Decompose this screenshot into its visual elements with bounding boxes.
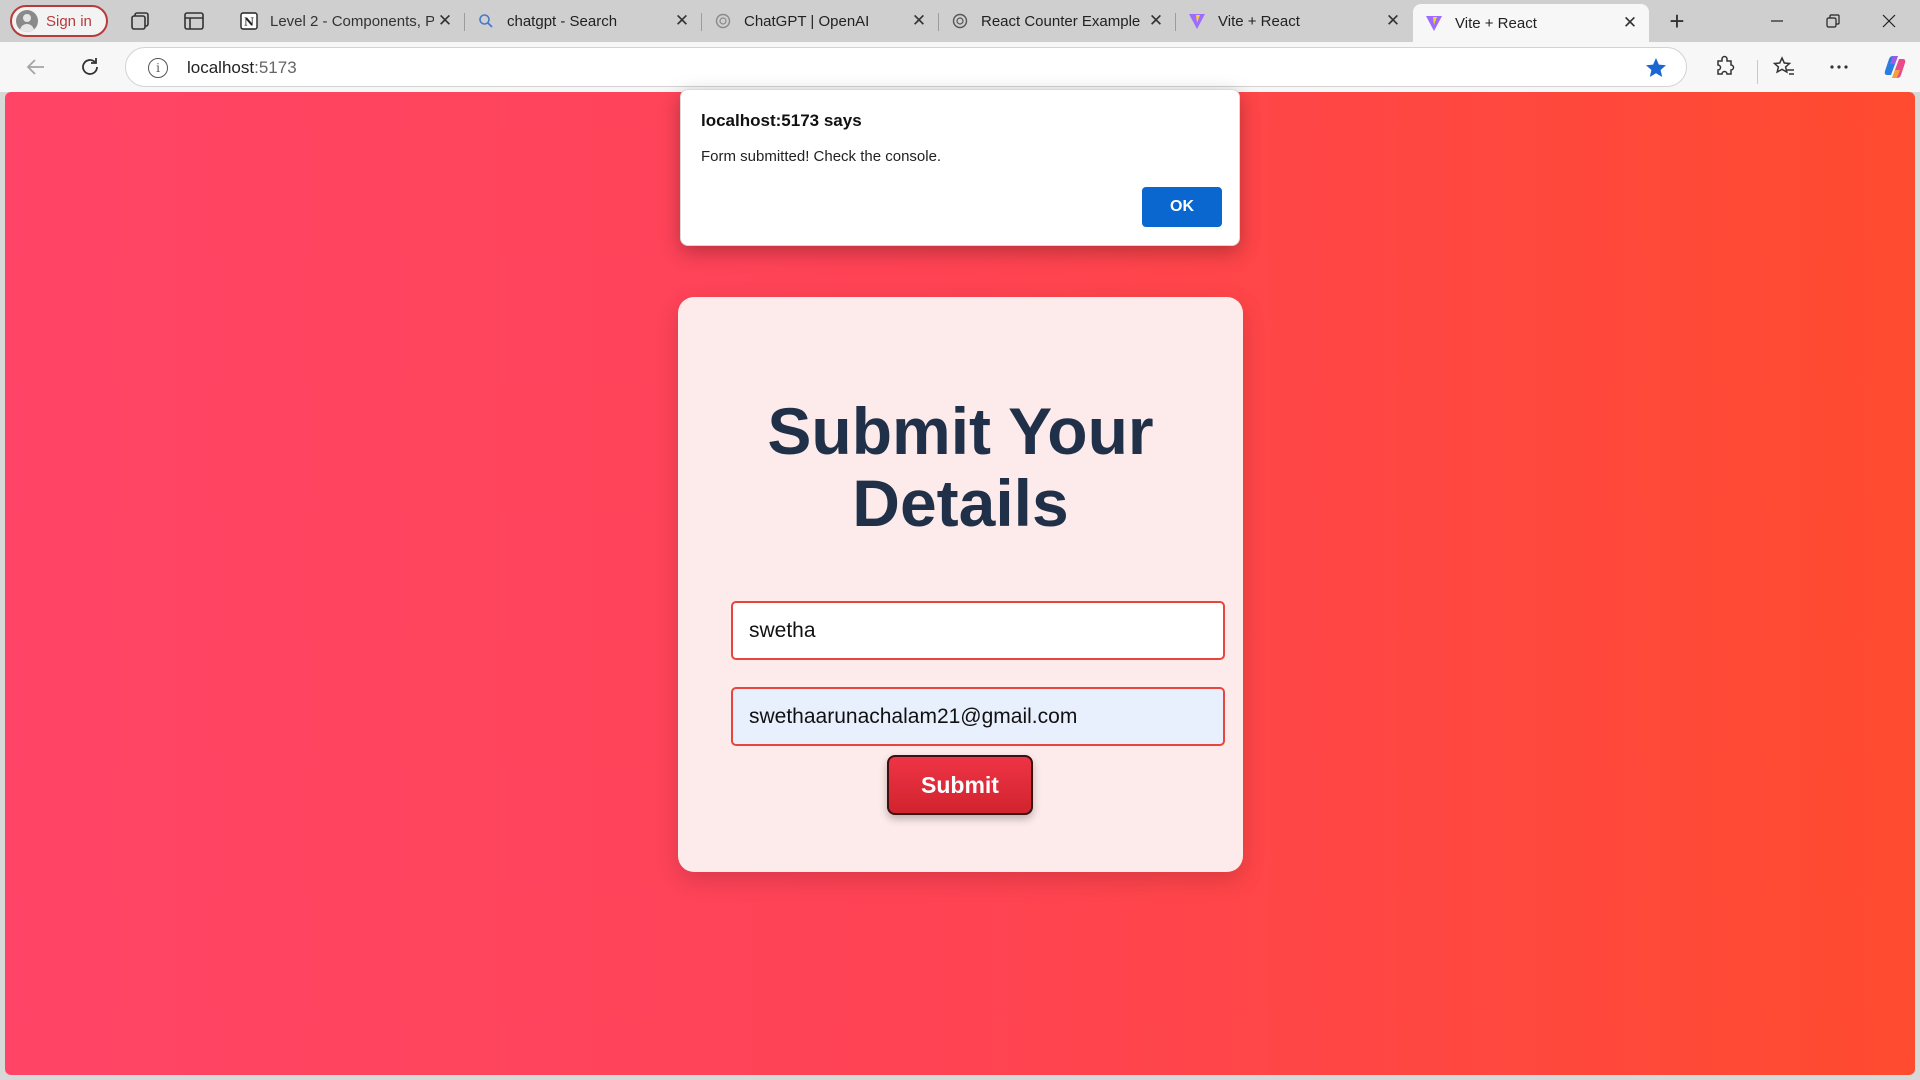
tab-vite-react-1[interactable]: Vite + React ✕	[1176, 4, 1412, 38]
submit-button[interactable]: Submit	[887, 755, 1033, 815]
favorite-star-icon[interactable]	[1644, 56, 1668, 80]
search-icon	[477, 12, 495, 30]
restore-icon[interactable]	[1810, 6, 1856, 36]
sign-in-label: Sign in	[46, 12, 92, 30]
url-text[interactable]: localhost:5173	[187, 58, 297, 78]
minimize-icon[interactable]	[1754, 6, 1800, 36]
tab-title: Level 2 - Components, P	[270, 12, 434, 30]
openai-icon	[951, 12, 969, 30]
tab-title: Vite + React	[1455, 14, 1537, 32]
form-card: Submit Your Details swetha swethaarunach…	[678, 297, 1243, 872]
tab-level2-components[interactable]: N Level 2 - Components, P ✕	[228, 4, 465, 38]
tab-chatgpt-search[interactable]: chatgpt - Search ✕	[465, 4, 702, 38]
vite-icon	[1425, 14, 1443, 32]
new-tab-icon[interactable]: +	[1664, 6, 1690, 36]
url-port: :5173	[254, 58, 297, 77]
tab-title: ChatGPT | OpenAI	[744, 12, 870, 30]
svg-text:N: N	[244, 16, 254, 29]
alert-dialog: localhost:5173 says Form submitted! Chec…	[680, 89, 1240, 246]
workspaces-icon[interactable]	[129, 9, 153, 33]
back-arrow-icon[interactable]	[22, 53, 50, 81]
site-info-icon[interactable]: i	[148, 58, 168, 78]
tab-title: React Counter Example	[981, 12, 1141, 30]
more-options-icon[interactable]	[1827, 55, 1851, 79]
close-tab-icon[interactable]: ✕	[908, 10, 930, 32]
close-window-icon[interactable]	[1866, 6, 1912, 36]
copilot-icon[interactable]	[1881, 53, 1909, 81]
vertical-tabs-icon[interactable]	[182, 9, 206, 33]
openai-icon	[714, 12, 732, 30]
sign-in-button[interactable]: Sign in	[10, 5, 108, 37]
close-tab-icon[interactable]: ✕	[434, 10, 456, 32]
alert-title: localhost:5173 says	[701, 111, 862, 130]
close-tab-icon[interactable]: ✕	[671, 10, 693, 32]
tab-title: chatgpt - Search	[507, 12, 618, 30]
address-bar[interactable]: i localhost:5173	[125, 47, 1687, 87]
toolbar-divider	[1757, 60, 1758, 84]
ok-button[interactable]: OK	[1142, 187, 1222, 227]
name-input[interactable]: swetha	[731, 601, 1225, 660]
email-input[interactable]: swethaarunachalam21@gmail.com	[731, 687, 1225, 746]
tab-react-counter[interactable]: React Counter Example ✕	[939, 4, 1176, 38]
notion-icon: N	[240, 12, 258, 30]
tab-title: Vite + React	[1218, 12, 1300, 30]
vite-icon	[1188, 12, 1206, 30]
url-host: localhost	[187, 58, 255, 77]
tab-chatgpt-openai[interactable]: ChatGPT | OpenAI ✕	[702, 4, 939, 38]
tab-strip: Sign in N Level 2 - Components, P ✕ chat…	[0, 0, 1920, 42]
close-tab-icon[interactable]: ✕	[1382, 10, 1404, 32]
close-tab-icon[interactable]: ✕	[1619, 12, 1641, 34]
page-title: Submit Your Details	[767, 394, 1154, 540]
close-tab-icon[interactable]: ✕	[1145, 10, 1167, 32]
browser-toolbar: i localhost:5173	[0, 42, 1920, 92]
extensions-icon[interactable]	[1713, 55, 1737, 79]
tab-vite-react-active[interactable]: Vite + React ✕	[1413, 4, 1649, 42]
refresh-icon[interactable]	[76, 53, 104, 81]
profile-avatar-icon	[16, 10, 38, 32]
favorites-icon[interactable]	[1772, 55, 1796, 79]
alert-message: Form submitted! Check the console.	[701, 148, 942, 165]
